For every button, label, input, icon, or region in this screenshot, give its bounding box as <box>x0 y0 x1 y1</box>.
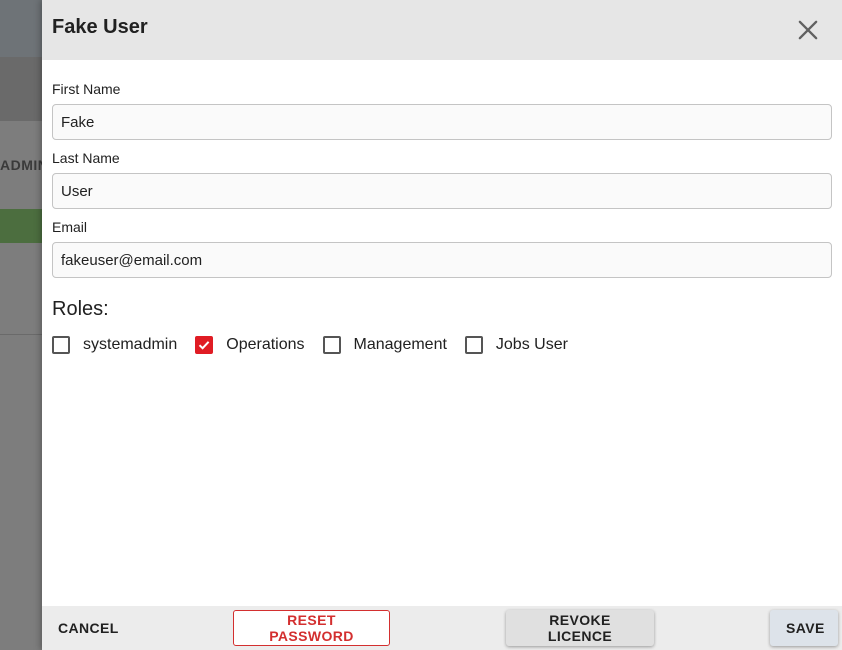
last-name-label: Last Name <box>52 150 120 166</box>
close-button[interactable] <box>794 16 822 44</box>
role-management[interactable]: Management <box>322 336 447 354</box>
last-name-input[interactable] <box>52 173 832 209</box>
user-edit-dialog: Fake User First Name Last Name Email Rol… <box>42 0 842 650</box>
close-icon <box>798 20 818 40</box>
role-label: Operations <box>226 336 305 353</box>
role-operations-checkbox[interactable] <box>195 336 214 354</box>
role-systemadmin-checkbox[interactable] <box>52 336 70 354</box>
role-label: systemadmin <box>83 336 178 353</box>
cancel-button[interactable]: CANCEL <box>42 610 135 646</box>
roles-group: systemadmin Operations Management Jobs U… <box>52 336 586 354</box>
first-name-input[interactable] <box>52 104 832 140</box>
role-label: Jobs User <box>495 336 568 353</box>
role-systemadmin[interactable]: systemadmin <box>52 336 177 354</box>
dialog-footer: CANCEL RESET PASSWORD REVOKE LICENCE SAV… <box>42 606 842 650</box>
first-name-label: First Name <box>52 81 121 97</box>
revoke-licence-button[interactable]: REVOKE LICENCE <box>506 610 654 646</box>
email-input[interactable] <box>52 242 832 278</box>
reset-password-button[interactable]: RESET PASSWORD <box>233 610 390 646</box>
role-jobs-user-checkbox[interactable] <box>464 336 483 354</box>
dialog-title: Fake User <box>52 16 148 38</box>
roles-title: Roles: <box>52 298 109 320</box>
checkmark-icon <box>199 341 210 350</box>
role-jobs-user[interactable]: Jobs User <box>464 336 568 354</box>
save-button[interactable]: SAVE <box>770 610 838 646</box>
role-operations[interactable]: Operations <box>195 336 305 354</box>
dialog-header: Fake User <box>42 0 842 60</box>
role-management-checkbox[interactable] <box>322 336 341 354</box>
role-label: Management <box>353 336 447 353</box>
email-label: Email <box>52 219 88 235</box>
